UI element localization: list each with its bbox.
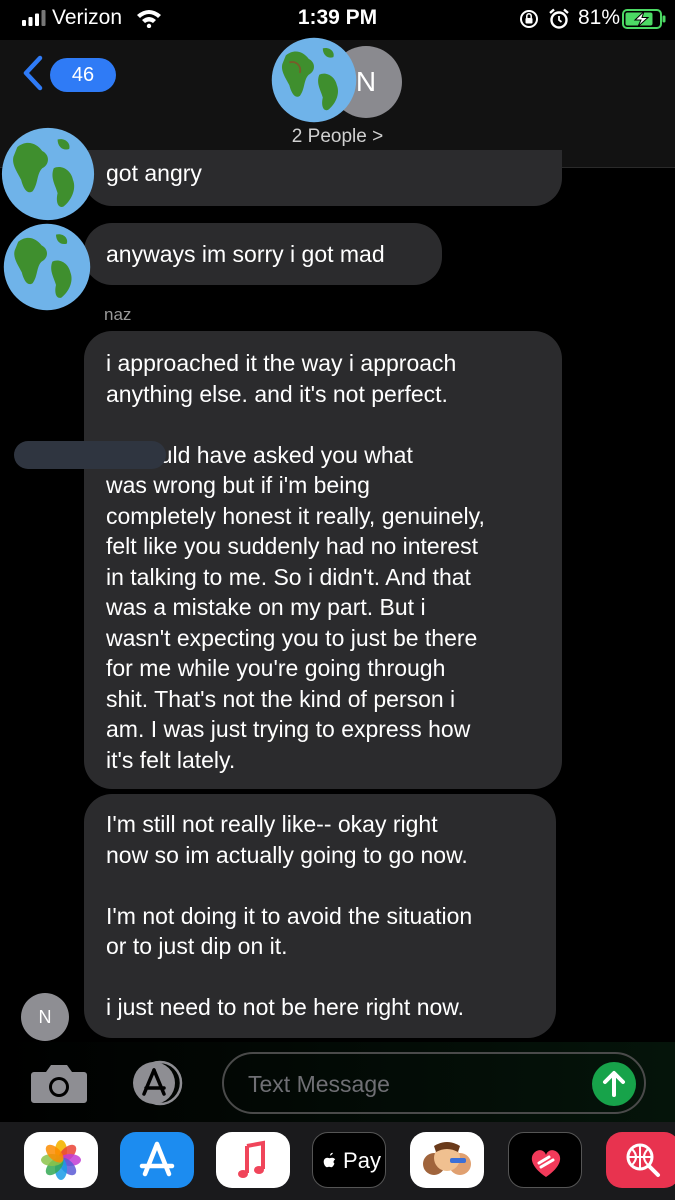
back-button[interactable]: 46 xyxy=(20,54,116,94)
status-bar: Verizon 1:39 PM 81% xyxy=(0,0,675,40)
earth-globe-avatar xyxy=(1,127,95,221)
message-bubble[interactable]: i approached it the way i approach anyth… xyxy=(84,331,562,789)
memoji-app-icon[interactable] xyxy=(410,1132,484,1188)
avatar-n: N xyxy=(21,993,69,1041)
camera-icon[interactable] xyxy=(30,1060,88,1106)
message-text: i approached it the way i approach anyth… xyxy=(106,350,485,773)
imessage-app-drawer: Pay xyxy=(0,1122,675,1200)
battery-percent: 81% xyxy=(578,6,621,29)
music-app-icon[interactable] xyxy=(216,1132,290,1188)
message-text: I'm still not really like-- okay right n… xyxy=(106,811,473,1020)
photos-app-icon[interactable] xyxy=(24,1132,98,1188)
sender-name: naz xyxy=(104,305,132,324)
earth-globe-avatar[interactable] xyxy=(270,36,358,124)
rotation-lock-icon xyxy=(520,10,538,28)
message-text: got angry xyxy=(106,160,202,186)
apple-pay-label: Pay xyxy=(343,1148,381,1173)
conversation-header: 46 N 2 People > xyxy=(0,37,675,168)
app-store-glyph-icon xyxy=(139,1141,175,1177)
message-text: anyways im sorry i got mad xyxy=(106,241,385,267)
people-count-link[interactable]: 2 People > xyxy=(0,126,675,148)
search-images-app-icon[interactable] xyxy=(606,1132,675,1188)
music-note-icon xyxy=(238,1140,265,1178)
message-composer: Text Message xyxy=(0,1042,675,1122)
message-input-placeholder: Text Message xyxy=(248,1071,390,1097)
send-button[interactable] xyxy=(592,1062,636,1106)
alarm-icon xyxy=(549,8,569,29)
app-store-icon[interactable] xyxy=(126,1060,190,1106)
photos-flower-icon xyxy=(41,1140,81,1180)
redacted-text-mark xyxy=(14,441,166,469)
earth-globe-avatar xyxy=(3,223,91,311)
globe-search-icon xyxy=(626,1143,660,1177)
heart-icon xyxy=(531,1150,561,1177)
avatar-letter: N xyxy=(355,66,377,97)
message-bubble[interactable]: anyways im sorry i got mad xyxy=(84,223,442,285)
message-input[interactable]: Text Message xyxy=(222,1052,646,1114)
memoji-faces-icon xyxy=(423,1142,471,1175)
message-bubble[interactable]: I'm still not really like-- okay right n… xyxy=(84,794,556,1038)
apple-pay-app-icon[interactable]: Pay xyxy=(312,1132,386,1188)
app-store-app-icon[interactable] xyxy=(120,1132,194,1188)
unread-count-badge: 46 xyxy=(50,58,116,92)
battery-charging-icon xyxy=(622,9,666,29)
arrow-up-icon xyxy=(603,1071,625,1097)
message-bubble[interactable]: got angry xyxy=(84,150,562,206)
clock-time: 1:39 PM xyxy=(297,6,378,29)
heart-sticker-app-icon[interactable] xyxy=(508,1132,582,1188)
chevron-left-icon xyxy=(23,55,43,91)
